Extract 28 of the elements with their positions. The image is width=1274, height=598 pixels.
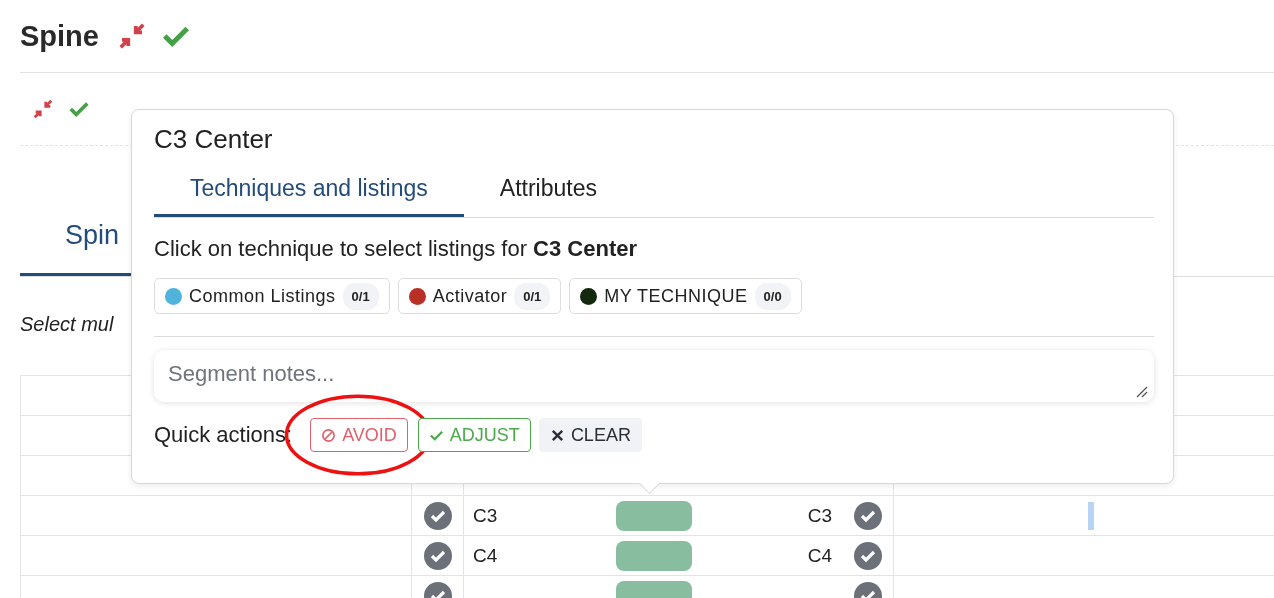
prohibited-icon (321, 427, 337, 443)
check-circle-icon[interactable] (423, 502, 452, 530)
notes-field[interactable]: Segment notes... (154, 350, 1154, 402)
tab[interactable]: Techniques and listings (154, 169, 464, 217)
page-title: Spine (20, 19, 99, 53)
popover-title: C3 Center (154, 124, 274, 155)
compress-icon[interactable] (32, 98, 54, 120)
check-circle-icon[interactable] (423, 542, 452, 570)
close-icon (549, 427, 565, 443)
hint-text: Select mul (20, 313, 115, 337)
tab[interactable]: Attributes (463, 169, 633, 217)
technique-chip[interactable]: MY TECHNIQUE 0/0 (569, 278, 802, 314)
check-circle-icon[interactable] (853, 502, 882, 530)
technique-name: Common Listings (189, 285, 336, 307)
resize-grip-icon[interactable] (1136, 386, 1148, 398)
technique-chip[interactable]: Common Listings 0/1 (154, 278, 390, 314)
segment-label: C3 (473, 505, 498, 527)
technique-name: Activator (432, 285, 508, 307)
technique-chip[interactable]: Activator 0/1 (397, 278, 562, 314)
count-badge: 0/0 (754, 282, 791, 310)
count-badge: 0/1 (342, 282, 379, 310)
segment-label: C4 (807, 545, 832, 567)
count-badge: 0/1 (514, 282, 551, 310)
clear-button[interactable]: CLEAR (538, 418, 642, 452)
check-circle-icon[interactable] (853, 542, 882, 570)
technique-name: MY TECHNIQUE (604, 285, 748, 307)
segment-label: C4 (473, 545, 498, 567)
segment-label: C3 (807, 505, 832, 527)
